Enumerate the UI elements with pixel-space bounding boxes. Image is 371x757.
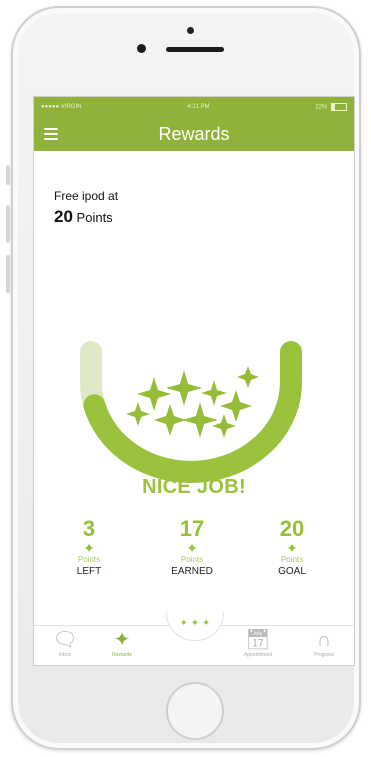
reward-points: 20 Points <box>54 207 113 227</box>
reward-points-value: 20 <box>54 207 73 226</box>
star-icon: ✦ <box>286 540 298 556</box>
stat-goal-unit: Points <box>280 555 304 564</box>
stat-earned-value: 17 <box>179 516 205 541</box>
stat-earned-unit: Points <box>180 555 204 564</box>
tab-rewards[interactable]: ✦ Rewards <box>94 628 150 658</box>
battery-indicator: 22% <box>315 103 347 111</box>
star-icon: ✦ <box>186 540 198 556</box>
tab-inbox[interactable]: 🗨︎ Inbox <box>37 628 93 658</box>
carrier-label: ●●●●● VIRGIN <box>41 104 82 110</box>
tab-bar: 🗨︎ Inbox ✦ Rewards ✦ ✦ ✦ 📅︎ Appointment … <box>34 612 354 665</box>
page-title: Rewards <box>158 124 230 144</box>
rewards-bowl-graphic <box>80 341 302 483</box>
stat-goal-label: GOAL <box>278 566 306 577</box>
tab-progress[interactable]: ∩ Progress <box>296 628 352 658</box>
status-bar: ●●●●● VIRGIN 4:21 PM 22% <box>34 97 354 117</box>
arch-icon: ∩ <box>316 629 332 651</box>
mute-switch <box>6 165 10 185</box>
battery-percent: 22% <box>315 104 328 111</box>
home-button[interactable] <box>166 682 224 740</box>
tab-center-bowl[interactable]: ✦ ✦ ✦ <box>166 612 224 641</box>
tab-progress-label: Progress <box>313 652 334 658</box>
proximity-sensor <box>137 44 146 53</box>
tab-rewards-label: Rewards <box>112 652 132 658</box>
tab-inbox-label: Inbox <box>58 652 72 658</box>
stat-earned: 17 ✦ Points EARNED <box>152 517 232 579</box>
star-icon: ✦ <box>83 540 95 556</box>
congrats-message: NICE JOB! <box>142 476 246 498</box>
tab-appointment[interactable]: 📅︎ Appointment <box>230 628 286 658</box>
progress-fill <box>80 341 302 483</box>
calendar-icon: 📅︎ <box>245 629 271 651</box>
clock: 4:21 PM <box>187 104 210 110</box>
stat-goal: 20 ✦ Points GOAL <box>252 517 332 579</box>
stat-left: 3 ✦ Points LEFT <box>49 517 129 579</box>
camera-icon <box>187 27 194 34</box>
stat-left-unit: Points <box>77 555 101 564</box>
volume-down-button <box>6 255 10 293</box>
earpiece-speaker <box>166 47 224 52</box>
app-screen: ●●●●● VIRGIN 4:21 PM 22% Rewards Free ip… <box>33 96 355 666</box>
reward-description: Free ipod at <box>54 189 119 203</box>
stat-goal-value: 20 <box>279 516 305 541</box>
chat-icon: 🗨︎ <box>52 629 78 651</box>
stat-earned-label: EARNED <box>171 566 213 577</box>
navigation-bar: Rewards <box>34 117 354 151</box>
tab-appointment-label: Appointment <box>243 652 273 658</box>
reward-stars-cluster <box>126 366 259 438</box>
stat-left-label: LEFT <box>76 566 102 577</box>
reward-points-label: Points <box>76 210 113 225</box>
stars-bowl-icon: ✦ ✦ ✦ <box>179 618 211 629</box>
star-icon: ✦ <box>113 629 131 651</box>
stat-left-value: 3 <box>82 516 96 541</box>
battery-icon <box>330 103 347 111</box>
volume-up-button <box>6 205 10 243</box>
